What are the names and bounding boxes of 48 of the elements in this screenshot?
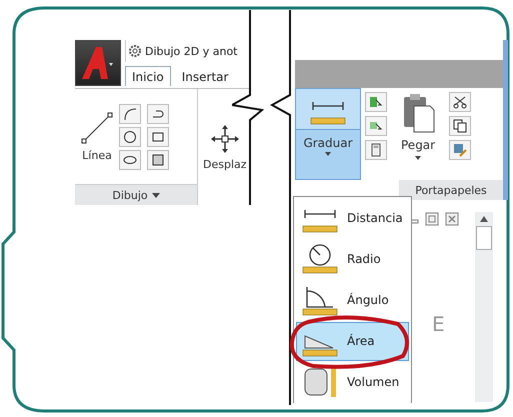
- circle-icon: [123, 130, 137, 144]
- calculator-button[interactable]: [365, 140, 387, 160]
- select-tool-button[interactable]: [365, 116, 387, 136]
- hatch-tool-button[interactable]: [147, 150, 169, 170]
- scrollbar[interactable]: [475, 212, 493, 402]
- ribbon-tab[interactable]: Insertar: [174, 66, 236, 86]
- panel-title[interactable]: Dibujo: [75, 184, 197, 205]
- restore-icon[interactable]: [425, 212, 439, 226]
- ribbon-tab[interactable]: Inicio: [125, 66, 171, 86]
- scrollbar-thumb[interactable]: [476, 226, 492, 250]
- quick-select-button[interactable]: [365, 92, 387, 112]
- calculator-icon: [369, 143, 383, 157]
- panel-title: Portapapeles: [399, 180, 503, 200]
- cut-button[interactable]: [449, 92, 472, 112]
- menu-item[interactable]: Área: [296, 322, 409, 361]
- arc-icon: [123, 106, 137, 120]
- copy-button[interactable]: [449, 116, 472, 136]
- match-properties-button[interactable]: [449, 140, 472, 160]
- clipboard-icon: [401, 92, 436, 134]
- radius-icon: [301, 243, 339, 274]
- letter-a-logo-icon: [80, 45, 116, 81]
- scissors-icon: [453, 95, 468, 109]
- polyline-tool-button[interactable]: [147, 104, 169, 124]
- caret-icon: [415, 156, 422, 160]
- line-tool-button[interactable]: Línea: [78, 111, 116, 162]
- circle-tool-button[interactable]: [119, 126, 141, 146]
- cursor-icon: [369, 95, 383, 109]
- measure-split-button[interactable]: Graduar: [295, 88, 361, 180]
- angle-icon: [301, 284, 339, 316]
- line-icon: [80, 111, 114, 145]
- menu-item[interactable]: Distancia: [296, 198, 409, 238]
- rectangle-tool-button[interactable]: [147, 126, 169, 146]
- menu-item[interactable]: Radio: [296, 239, 409, 278]
- paste-button[interactable]: Pegar: [391, 88, 446, 180]
- rectangle-icon: [151, 130, 165, 144]
- caret-icon: [325, 152, 331, 156]
- move-arrows-icon: [210, 124, 240, 154]
- ellipse-tool-button[interactable]: [119, 150, 141, 170]
- app-menu-button[interactable]: [75, 40, 121, 86]
- menu-item[interactable]: Ángulo: [296, 280, 409, 320]
- move-tool-button[interactable]: Desplaz: [201, 124, 249, 170]
- caret-icon: [152, 192, 160, 198]
- arc-tool-button[interactable]: [119, 104, 141, 124]
- menu-item[interactable]: Volumen: [296, 362, 409, 402]
- scroll-up-icon[interactable]: [480, 216, 488, 222]
- close-icon[interactable]: [445, 212, 459, 226]
- gear-icon: [128, 44, 142, 58]
- hatch-icon: [151, 152, 165, 166]
